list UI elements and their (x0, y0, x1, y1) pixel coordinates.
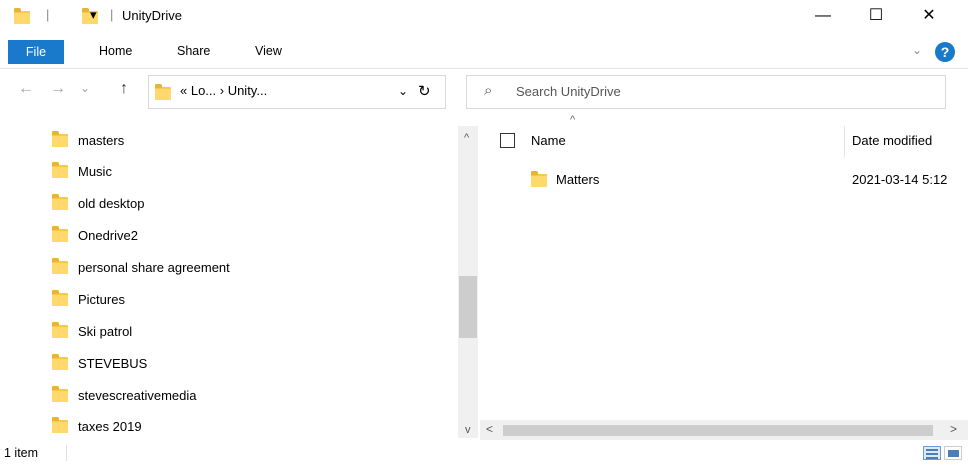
nav-item-stevebus[interactable]: STEVEBUS (48, 349, 448, 379)
scroll-right-icon[interactable]: > (950, 422, 957, 436)
maximize-button[interactable]: ☐ (853, 0, 899, 32)
qat-separator: | (46, 7, 50, 22)
address-dropdown-icon[interactable]: ⌄ (398, 84, 408, 98)
folder-icon (52, 131, 68, 147)
tab-file[interactable]: File (8, 40, 64, 64)
folder-icon (52, 194, 68, 210)
large-icons-view-icon[interactable] (944, 446, 962, 460)
folder-icon (52, 354, 68, 370)
breadcrumb[interactable]: « Lo... › Unity... (180, 83, 267, 98)
folder-icon (531, 171, 547, 187)
folder-icon (52, 386, 68, 402)
help-icon[interactable]: ? (935, 42, 955, 62)
nav-item-label: masters (78, 133, 125, 148)
tab-home[interactable]: Home (99, 44, 132, 58)
back-icon[interactable]: ← (18, 80, 34, 98)
details-view-icon[interactable] (923, 446, 941, 460)
tab-share[interactable]: Share (177, 44, 210, 58)
refresh-icon[interactable]: ↻ (418, 82, 431, 100)
file-row[interactable]: Matters 2021-03-14 5:12 (496, 166, 968, 194)
nav-item-masters[interactable]: masters (48, 126, 448, 156)
column-header-name[interactable]: Name (531, 133, 566, 148)
qat-dropdown-icon[interactable]: ▾ (90, 7, 97, 23)
title-bar: | ▾ | UnityDrive — ☐ ✕ (0, 0, 968, 34)
nav-item-label: Music (78, 164, 112, 179)
folder-icon (52, 162, 68, 178)
folder-icon (52, 226, 68, 242)
recent-locations-icon[interactable]: ⌄ (80, 81, 90, 95)
title-separator: | (110, 7, 114, 22)
nav-item-label: personal share agreement (78, 260, 230, 275)
column-header-date-modified[interactable]: Date modified (852, 133, 932, 148)
nav-item-label: Pictures (78, 292, 125, 307)
nav-item-personal-share-agreement[interactable]: personal share agreement (48, 253, 448, 283)
scroll-left-icon[interactable]: < (486, 422, 493, 436)
nav-pane-scroll-thumb[interactable] (459, 276, 477, 338)
ribbon (0, 36, 968, 69)
nav-item-stevescreativemedia[interactable]: stevescreativemedia (48, 381, 448, 411)
forward-icon[interactable]: → (50, 80, 66, 98)
column-divider[interactable] (844, 126, 845, 158)
search-icon: ⌕ (484, 82, 493, 99)
select-all-checkbox[interactable] (500, 133, 515, 148)
nav-item-label: old desktop (78, 196, 145, 211)
status-bar: 1 item (0, 441, 968, 465)
nav-item-music[interactable]: Music (48, 157, 448, 187)
nav-item-label: taxes 2019 (78, 419, 142, 434)
sort-ascending-icon: ^ (570, 114, 576, 126)
close-button[interactable]: ✕ (906, 0, 952, 32)
folder-icon[interactable] (14, 8, 30, 24)
nav-item-old-desktop[interactable]: old desktop (48, 189, 448, 219)
search-placeholder: Search UnityDrive (516, 84, 621, 99)
folder-icon (52, 258, 68, 274)
nav-item-onedrive2[interactable]: Onedrive2 (48, 221, 448, 251)
folder-icon (52, 290, 68, 306)
file-name: Matters (556, 172, 600, 187)
status-divider (66, 445, 67, 461)
nav-item-pictures[interactable]: Pictures (48, 285, 448, 315)
scroll-up-icon[interactable]: ^ (464, 132, 469, 144)
nav-item-ski-patrol[interactable]: Ski patrol (48, 317, 448, 347)
nav-item-label: STEVEBUS (78, 356, 148, 371)
file-date-modified: 2021-03-14 5:12 (852, 172, 948, 187)
minimize-button[interactable]: — (800, 0, 846, 32)
address-folder-icon (155, 84, 171, 100)
expand-ribbon-icon[interactable]: ⌄ (912, 43, 922, 57)
folder-icon (52, 417, 68, 433)
item-count: 1 item (4, 446, 39, 460)
tab-view[interactable]: View (255, 44, 282, 58)
nav-item-label: stevescreativemedia (78, 388, 197, 403)
nav-item-taxes-2019[interactable]: taxes 2019 (48, 412, 448, 442)
nav-item-label: Ski patrol (78, 324, 133, 339)
folder-icon (52, 322, 68, 338)
window-title: UnityDrive (122, 8, 182, 23)
content-scroll-thumb[interactable] (503, 425, 933, 436)
up-icon[interactable]: ↑ (120, 80, 128, 98)
nav-item-label: Onedrive2 (78, 228, 138, 243)
scroll-down-icon[interactable]: v (465, 424, 471, 436)
